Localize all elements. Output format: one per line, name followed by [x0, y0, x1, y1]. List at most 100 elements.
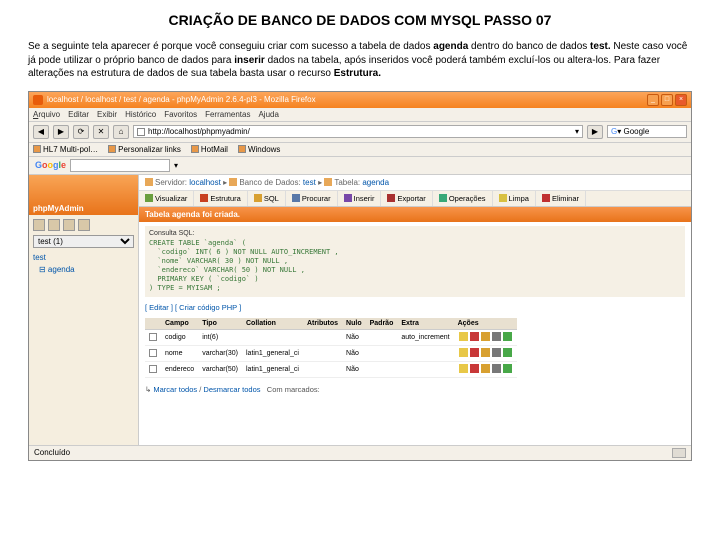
menu-ferramentas[interactable]: Ferramentas — [205, 110, 250, 119]
window-buttons: _ □ × — [647, 94, 687, 106]
edit-link[interactable]: [ Editar ] [ Criar código PHP ] — [139, 301, 691, 314]
db-select[interactable]: test (1) — [33, 235, 134, 248]
bm-1[interactable]: HL7 Multi-pol… — [33, 145, 98, 154]
empty-icon — [499, 194, 507, 202]
row-checkbox[interactable] — [149, 365, 157, 373]
sql-label: Consulta SQL: — [149, 230, 681, 237]
content: Servidor: localhost ▸ Banco de Dados: te… — [139, 175, 691, 445]
status-text: Concluído — [34, 448, 70, 458]
tab-inserir[interactable]: Inserir — [338, 191, 382, 206]
row-checkbox[interactable] — [149, 349, 157, 357]
tab-procurar[interactable]: Procurar — [286, 191, 338, 206]
google-toolbar: Google ▾ — [29, 157, 691, 175]
page-icon — [137, 128, 145, 136]
cell: endereco — [161, 362, 198, 378]
forward-button[interactable]: ▶ — [53, 125, 69, 139]
bm-2[interactable]: Personalizar links — [108, 145, 181, 154]
tree-table[interactable]: ⊟ agenda — [33, 264, 134, 276]
cell — [242, 330, 303, 346]
delete-icon[interactable] — [470, 332, 479, 341]
tab-sql[interactable]: SQL — [248, 191, 286, 206]
home-button[interactable]: ⌂ — [113, 125, 129, 139]
bm-3[interactable]: HotMail — [191, 145, 228, 154]
success-banner: Tabela agenda foi criada. — [139, 207, 691, 222]
table-header-row: Campo Tipo Collation Atributos Nulo Padr… — [145, 318, 517, 330]
tab-eliminar[interactable]: Eliminar — [536, 191, 586, 206]
cell: nome — [161, 346, 198, 362]
edit-icon[interactable] — [459, 364, 468, 373]
cell — [397, 362, 453, 378]
tabs: Visualizar Estrutura SQL Procurar Inseri… — [139, 191, 691, 207]
export-icon — [387, 194, 395, 202]
doc-paragraph: Se a seguinte tela aparecer é porque voc… — [28, 40, 692, 81]
columns-table: Campo Tipo Collation Atributos Nulo Padr… — [145, 318, 517, 378]
primary-icon[interactable] — [481, 348, 490, 357]
go-button[interactable]: ▶ — [587, 125, 603, 139]
mark-row: ↳ Marcar todos / Desmarcar todos Com mar… — [139, 382, 691, 397]
crumb-db[interactable]: test — [303, 178, 316, 187]
sidebar-icons — [33, 219, 134, 231]
maximize-button[interactable]: □ — [661, 94, 673, 106]
primary-icon[interactable] — [481, 332, 490, 341]
bold-inserir: inserir — [234, 55, 265, 66]
tab-visualizar[interactable]: Visualizar — [139, 191, 194, 206]
delete-icon[interactable] — [470, 364, 479, 373]
unique-icon[interactable] — [492, 364, 501, 373]
google-search-input[interactable] — [70, 159, 170, 172]
crumb-server[interactable]: localhost — [189, 178, 221, 187]
tree-db[interactable]: test — [33, 252, 134, 264]
edit-icon[interactable] — [459, 332, 468, 341]
edit-icon[interactable] — [459, 348, 468, 357]
menu-exibir[interactable]: Exibir — [97, 110, 117, 119]
stop-button[interactable]: ✕ — [93, 125, 109, 139]
search-ph: Google — [623, 127, 649, 136]
crumb-table[interactable]: agenda — [362, 178, 389, 187]
unique-icon[interactable] — [492, 332, 501, 341]
menu-ajuda[interactable]: Ajuda — [258, 110, 278, 119]
para-text: Se a seguinte tela aparecer é porque voc… — [28, 41, 433, 52]
docs-icon[interactable] — [78, 219, 90, 231]
menu-arquivo[interactable]: AArquivorquivo — [33, 110, 60, 119]
back-button[interactable]: ◀ — [33, 125, 49, 139]
menu-editar[interactable]: Editar — [68, 110, 89, 119]
server-icon — [145, 178, 153, 186]
delete-icon[interactable] — [470, 348, 479, 357]
menu-historico[interactable]: Histórico — [125, 110, 156, 119]
unique-icon[interactable] — [492, 348, 501, 357]
url-text: http://localhost/phpmyadmin/ — [148, 127, 250, 136]
tab-operacoes[interactable]: Operações — [433, 191, 493, 206]
unmark-all[interactable]: Desmarcar todos — [203, 385, 260, 394]
tab-limpa[interactable]: Limpa — [493, 191, 536, 206]
sidebar: phpMyAdmin test (1) test ⊟ agenda — [29, 175, 139, 445]
tab-estrutura[interactable]: Estrutura — [194, 191, 247, 206]
search-box[interactable]: G▾ Google — [607, 125, 687, 138]
mark-all[interactable]: Marcar todos — [153, 385, 197, 394]
resize-grip[interactable] — [672, 448, 686, 458]
th-nulo: Nulo — [342, 318, 366, 330]
index-icon[interactable] — [503, 332, 512, 341]
insert-icon — [344, 194, 352, 202]
google-logo: Google — [35, 160, 66, 170]
sql-code: CREATE TABLE `agenda` ( `codigo` INT( 6 … — [149, 239, 681, 294]
tab-exportar[interactable]: Exportar — [381, 191, 432, 206]
logout-icon[interactable] — [48, 219, 60, 231]
url-input[interactable]: http://localhost/phpmyadmin/▾ — [133, 125, 583, 138]
index-icon[interactable] — [503, 348, 512, 357]
index-icon[interactable] — [503, 364, 512, 373]
crumb-label: Tabela: — [334, 178, 360, 187]
row-checkbox[interactable] — [149, 333, 157, 341]
actions-cell — [454, 346, 517, 362]
primary-icon[interactable] — [481, 364, 490, 373]
minimize-button[interactable]: _ — [647, 94, 659, 106]
reload-button[interactable]: ⟳ — [73, 125, 89, 139]
window-title: localhost / localhost / test / agenda - … — [47, 95, 316, 104]
th-acoes: Ações — [454, 318, 517, 330]
th-tipo: Tipo — [198, 318, 242, 330]
home-icon[interactable] — [33, 219, 45, 231]
sql-icon[interactable] — [63, 219, 75, 231]
table-icon — [324, 178, 332, 186]
bm-4[interactable]: Windows — [238, 145, 280, 154]
menu-favoritos[interactable]: Favoritos — [164, 110, 197, 119]
crumb-label: Servidor: — [155, 178, 187, 187]
close-button[interactable]: × — [675, 94, 687, 106]
